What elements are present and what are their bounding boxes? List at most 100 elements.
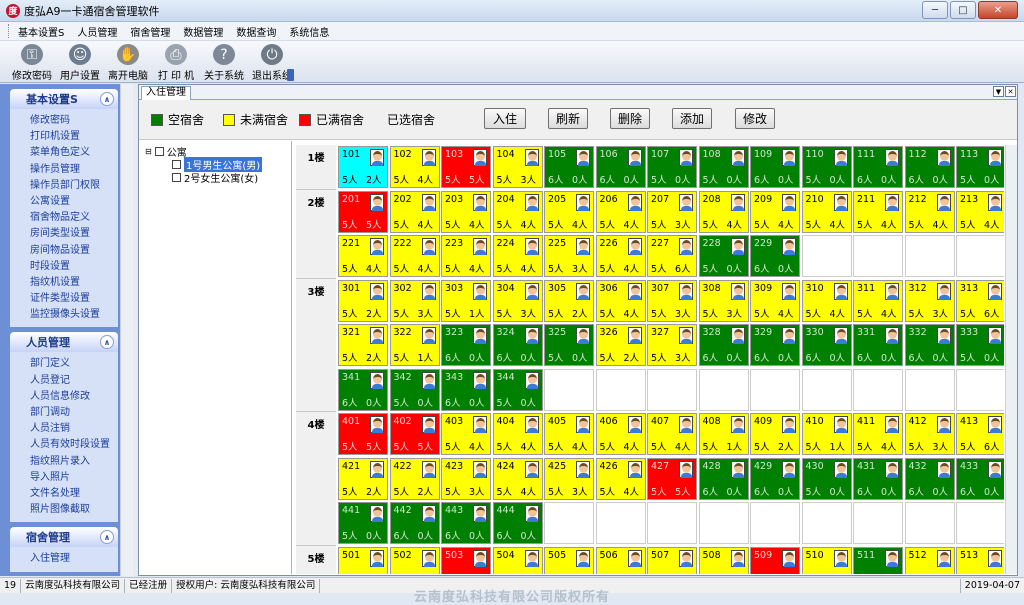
room-cell[interactable]: 223 5人 4人 [441, 235, 491, 277]
sidebar-item[interactable]: 部门定义 [30, 356, 118, 372]
sidebar-item[interactable]: 指纹机设置 [30, 275, 118, 291]
chevron-up-icon[interactable]: ∧ [100, 530, 114, 545]
room-cell[interactable]: 207 5人 3人 [647, 190, 697, 233]
checkbox-icon[interactable] [154, 146, 164, 156]
menu-item[interactable]: 人员管理 [77, 24, 117, 39]
room-cell[interactable]: 202 5人 4人 [389, 190, 440, 233]
room-cell[interactable]: 444 6人 0人 [492, 502, 543, 544]
room-cell[interactable]: 102 5人 4人 [389, 146, 440, 188]
room-cell[interactable]: 107 5人 0人 [647, 146, 697, 188]
sidebar-item[interactable]: 部门调动 [30, 405, 118, 421]
sidebar-item[interactable]: 房间物品设置 [30, 243, 118, 259]
sidebar-item[interactable]: 导入照片 [30, 470, 118, 486]
room-cell[interactable]: 428 6人 0人 [698, 457, 749, 500]
room-cell[interactable]: 443 6人 0人 [441, 502, 491, 544]
room-cell[interactable]: 424 5人 4人 [492, 457, 543, 500]
sidebar-item[interactable]: 操作员管理 [30, 162, 118, 178]
room-cell[interactable]: 225 5人 3人 [544, 235, 594, 277]
room-cell[interactable]: 425 5人 3人 [544, 457, 594, 500]
menu-item[interactable]: 数据查询 [236, 24, 276, 39]
room-cell[interactable]: 328 6人 0人 [698, 324, 749, 366]
room-cell[interactable]: 330 6人 0人 [801, 324, 852, 366]
sidebar-group-header[interactable]: 人员管理 ∧ [10, 332, 118, 353]
room-cell[interactable]: 430 5人 0人 [801, 457, 852, 500]
sidebar-item[interactable]: 宿舍物品定义 [30, 210, 118, 226]
room-cell[interactable]: 426 5人 4人 [595, 457, 646, 500]
menu-item[interactable]: 基本设置S [18, 24, 64, 39]
help-button[interactable]: ? 关于系统 [200, 41, 248, 82]
users-button[interactable]: ☺ 用户设置 [56, 41, 104, 82]
printer-button[interactable]: ⎙ 打 印 机 [152, 41, 200, 82]
close-child-button[interactable]: ✕ [1005, 86, 1016, 97]
room-cell[interactable]: 104 5人 3人 [492, 146, 543, 188]
room-cell[interactable]: 109 6人 0人 [750, 146, 800, 188]
room-cell[interactable]: 413 5人 6人 [956, 413, 1004, 455]
sidebar-item[interactable]: 指纹照片录入 [30, 454, 118, 470]
room-cell[interactable]: 406 5人 4人 [595, 413, 646, 455]
room-cell[interactable]: 210 5人 4人 [801, 190, 852, 233]
room-cell[interactable]: 326 5人 2人 [595, 324, 646, 366]
room-cell[interactable]: 404 5人 4人 [492, 413, 543, 455]
room-cell[interactable]: 431 6人 0人 [853, 457, 903, 500]
room-cell[interactable]: 333 5人 0人 [956, 324, 1004, 366]
add-button[interactable]: 添加 [672, 108, 712, 129]
room-cell[interactable]: 510 5人 4人 [801, 546, 852, 574]
room-cell[interactable]: 113 5人 0人 [956, 146, 1004, 188]
room-cell[interactable]: 310 5人 4人 [801, 279, 852, 322]
room-cell[interactable]: 227 5人 6人 [647, 235, 697, 277]
room-cell[interactable]: 343 6人 0人 [441, 368, 491, 411]
chevron-up-icon[interactable]: ∧ [100, 335, 114, 350]
checkin-button[interactable]: 入住 [484, 108, 526, 129]
key-button[interactable]: ⚿ 修改密码 [8, 41, 56, 82]
room-cell[interactable]: 228 5人 0人 [698, 235, 749, 277]
room-cell[interactable]: 504 6人 6人 [492, 546, 543, 574]
room-cell[interactable]: 106 6人 0人 [595, 146, 646, 188]
room-cell[interactable]: 325 5人 0人 [544, 324, 594, 366]
room-cell[interactable]: 302 5人 3人 [389, 279, 440, 322]
room-cell[interactable]: 421 5人 2人 [338, 457, 388, 500]
room-cell[interactable]: 304 5人 3人 [492, 279, 543, 322]
room-cell[interactable]: 512 5人 4人 [904, 546, 955, 574]
room-cell[interactable]: 323 6人 0人 [441, 324, 491, 366]
room-cell[interactable]: 429 6人 0人 [750, 457, 800, 500]
room-cell[interactable]: 324 6人 0人 [492, 324, 543, 366]
room-cell[interactable]: 301 5人 2人 [338, 279, 388, 322]
room-cell[interactable]: 303 5人 1人 [441, 279, 491, 322]
room-cell[interactable]: 110 5人 0人 [801, 146, 852, 188]
sidebar-item[interactable]: 操作员部门权限 [30, 178, 118, 194]
room-cell[interactable]: 408 5人 1人 [698, 413, 749, 455]
room-cell[interactable]: 305 5人 2人 [544, 279, 594, 322]
room-cell[interactable]: 407 5人 4人 [647, 413, 697, 455]
room-cell[interactable]: 111 6人 0人 [853, 146, 903, 188]
toolbar-overflow-button[interactable] [287, 69, 294, 81]
tree-node-building-1[interactable]: 1号男生公寓(男) [172, 156, 263, 172]
menu-item[interactable]: 系统信息 [289, 24, 329, 39]
room-cell[interactable]: 511 6人 0人 [853, 546, 903, 574]
sidebar-group-header[interactable]: 宿舍管理 ∧ [10, 527, 118, 548]
sidebar-item[interactable]: 打印机设置 [30, 129, 118, 145]
room-cell[interactable]: 409 5人 2人 [750, 413, 800, 455]
room-cell[interactable]: 411 5人 4人 [853, 413, 903, 455]
room-cell[interactable]: 432 6人 0人 [904, 457, 955, 500]
sidebar-item[interactable]: 监控摄像头设置 [30, 307, 118, 323]
hand-button[interactable]: ✋ 离开电脑 [104, 41, 152, 82]
room-cell[interactable]: 213 5人 4人 [956, 190, 1004, 233]
maximize-button[interactable]: □ [950, 1, 976, 19]
room-cell[interactable]: 108 5人 0人 [698, 146, 749, 188]
sidebar-item[interactable]: 修改密码 [30, 113, 118, 129]
room-cell[interactable]: 321 5人 2人 [338, 324, 388, 366]
sidebar-item[interactable]: 照片图像截取 [30, 502, 118, 518]
room-cell[interactable]: 502 5人 4人 [389, 546, 440, 574]
sidebar-item[interactable]: 人员有效时段设置 [30, 437, 118, 453]
tree-root[interactable]: ⊟ 公寓 [145, 145, 187, 159]
room-cell[interactable]: 342 5人 0人 [389, 368, 440, 411]
room-cell[interactable]: 201 5人 5人 [338, 190, 388, 233]
room-cell[interactable]: 309 5人 4人 [750, 279, 800, 322]
room-cell[interactable]: 507 5人 6人 [647, 546, 697, 574]
room-cell[interactable]: 209 5人 4人 [750, 190, 800, 233]
room-cell[interactable]: 412 5人 3人 [904, 413, 955, 455]
room-cell[interactable]: 312 5人 3人 [904, 279, 955, 322]
menu-item[interactable]: 宿舍管理 [130, 24, 170, 39]
room-cell[interactable]: 204 5人 4人 [492, 190, 543, 233]
room-cell[interactable]: 423 5人 3人 [441, 457, 491, 500]
